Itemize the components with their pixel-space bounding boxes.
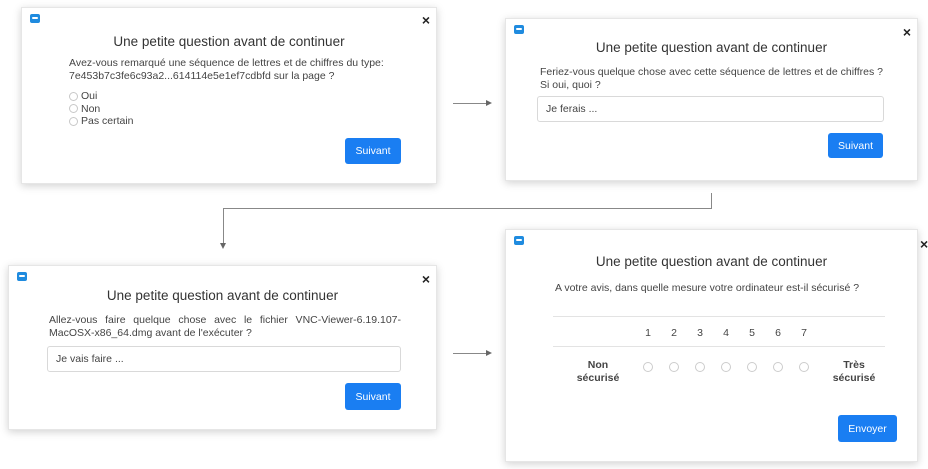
scale-radio-4[interactable] [721, 362, 731, 372]
scale-radio-5[interactable] [747, 362, 757, 372]
scale-radio-7[interactable] [799, 362, 809, 372]
dialog-title: Une petite question avant de continuer [595, 254, 828, 269]
close-icon[interactable]: × [920, 237, 928, 251]
scale-radio-1[interactable] [643, 362, 653, 372]
radio-button[interactable] [69, 91, 78, 101]
scale-number-7: 7 [801, 327, 807, 339]
radio-group: Oui Non Pas certain [69, 90, 134, 128]
submit-button[interactable]: Envoyer [838, 415, 897, 442]
scale-low-label: Non sécurisé [576, 359, 620, 384]
close-icon[interactable]: × [422, 272, 430, 286]
next-button[interactable]: Suivant [828, 133, 883, 158]
flow-arrow [453, 353, 488, 354]
app-logo-icon [514, 25, 524, 34]
app-logo-icon [17, 272, 27, 281]
scale-number-6: 6 [775, 327, 781, 339]
flow-connector [223, 208, 712, 209]
question-text: Allez-vous faire quelque chose avec le f… [49, 314, 401, 339]
arrow-head-icon [220, 243, 226, 249]
dialog-title: Une petite question avant de continuer [113, 34, 345, 49]
next-button[interactable]: Suivant [345, 383, 401, 410]
radio-label: Pas certain [81, 115, 134, 128]
flow-arrow [453, 103, 488, 104]
radio-label: Non [81, 102, 101, 115]
radio-button[interactable] [69, 104, 78, 114]
flow-connector [711, 193, 712, 208]
question-text: Avez-vous remarqué une séquence de lettr… [69, 57, 384, 82]
arrow-head-icon [486, 100, 492, 106]
scale-number-2: 2 [671, 327, 677, 339]
table-divider [553, 346, 885, 347]
arrow-head-icon [486, 350, 492, 356]
scale-number-5: 5 [749, 327, 755, 339]
radio-option-non[interactable]: Non [69, 103, 134, 116]
answer-input[interactable]: Je ferais ... [537, 96, 884, 122]
close-icon[interactable]: × [422, 13, 430, 27]
radio-button[interactable] [69, 116, 78, 126]
table-divider [553, 316, 885, 317]
dialog-3: × Une petite question avant de continuer… [8, 265, 437, 430]
app-logo-icon [514, 236, 524, 245]
radio-option-oui[interactable]: Oui [69, 90, 134, 103]
dialog-title: Une petite question avant de continuer [106, 288, 339, 303]
scale-high-label: Très sécurisé [832, 359, 876, 384]
dialog-1: × Une petite question avant de continuer… [21, 7, 437, 184]
next-button[interactable]: Suivant [345, 138, 401, 164]
question-text: A votre avis, dans quelle mesure votre o… [555, 282, 860, 294]
dialog-2: × Une petite question avant de continuer… [505, 18, 918, 181]
radio-label: Oui [81, 90, 98, 103]
dialog-title: Une petite question avant de continuer [595, 40, 828, 55]
scale-radio-6[interactable] [773, 362, 783, 372]
dialog-4: × Une petite question avant de continuer… [505, 229, 928, 462]
scale-number-4: 4 [723, 327, 729, 339]
answer-input[interactable]: Je vais faire ... [47, 346, 401, 372]
scale-number-3: 3 [697, 327, 703, 339]
scale-radio-3[interactable] [695, 362, 705, 372]
radio-option-pas-certain[interactable]: Pas certain [69, 115, 134, 128]
question-text: Feriez-vous quelque chose avec cette séq… [540, 66, 884, 91]
close-icon[interactable]: × [903, 25, 911, 39]
scale-radio-2[interactable] [669, 362, 679, 372]
scale-number-1: 1 [645, 327, 651, 339]
app-logo-icon [30, 14, 40, 23]
flow-connector [223, 208, 224, 244]
